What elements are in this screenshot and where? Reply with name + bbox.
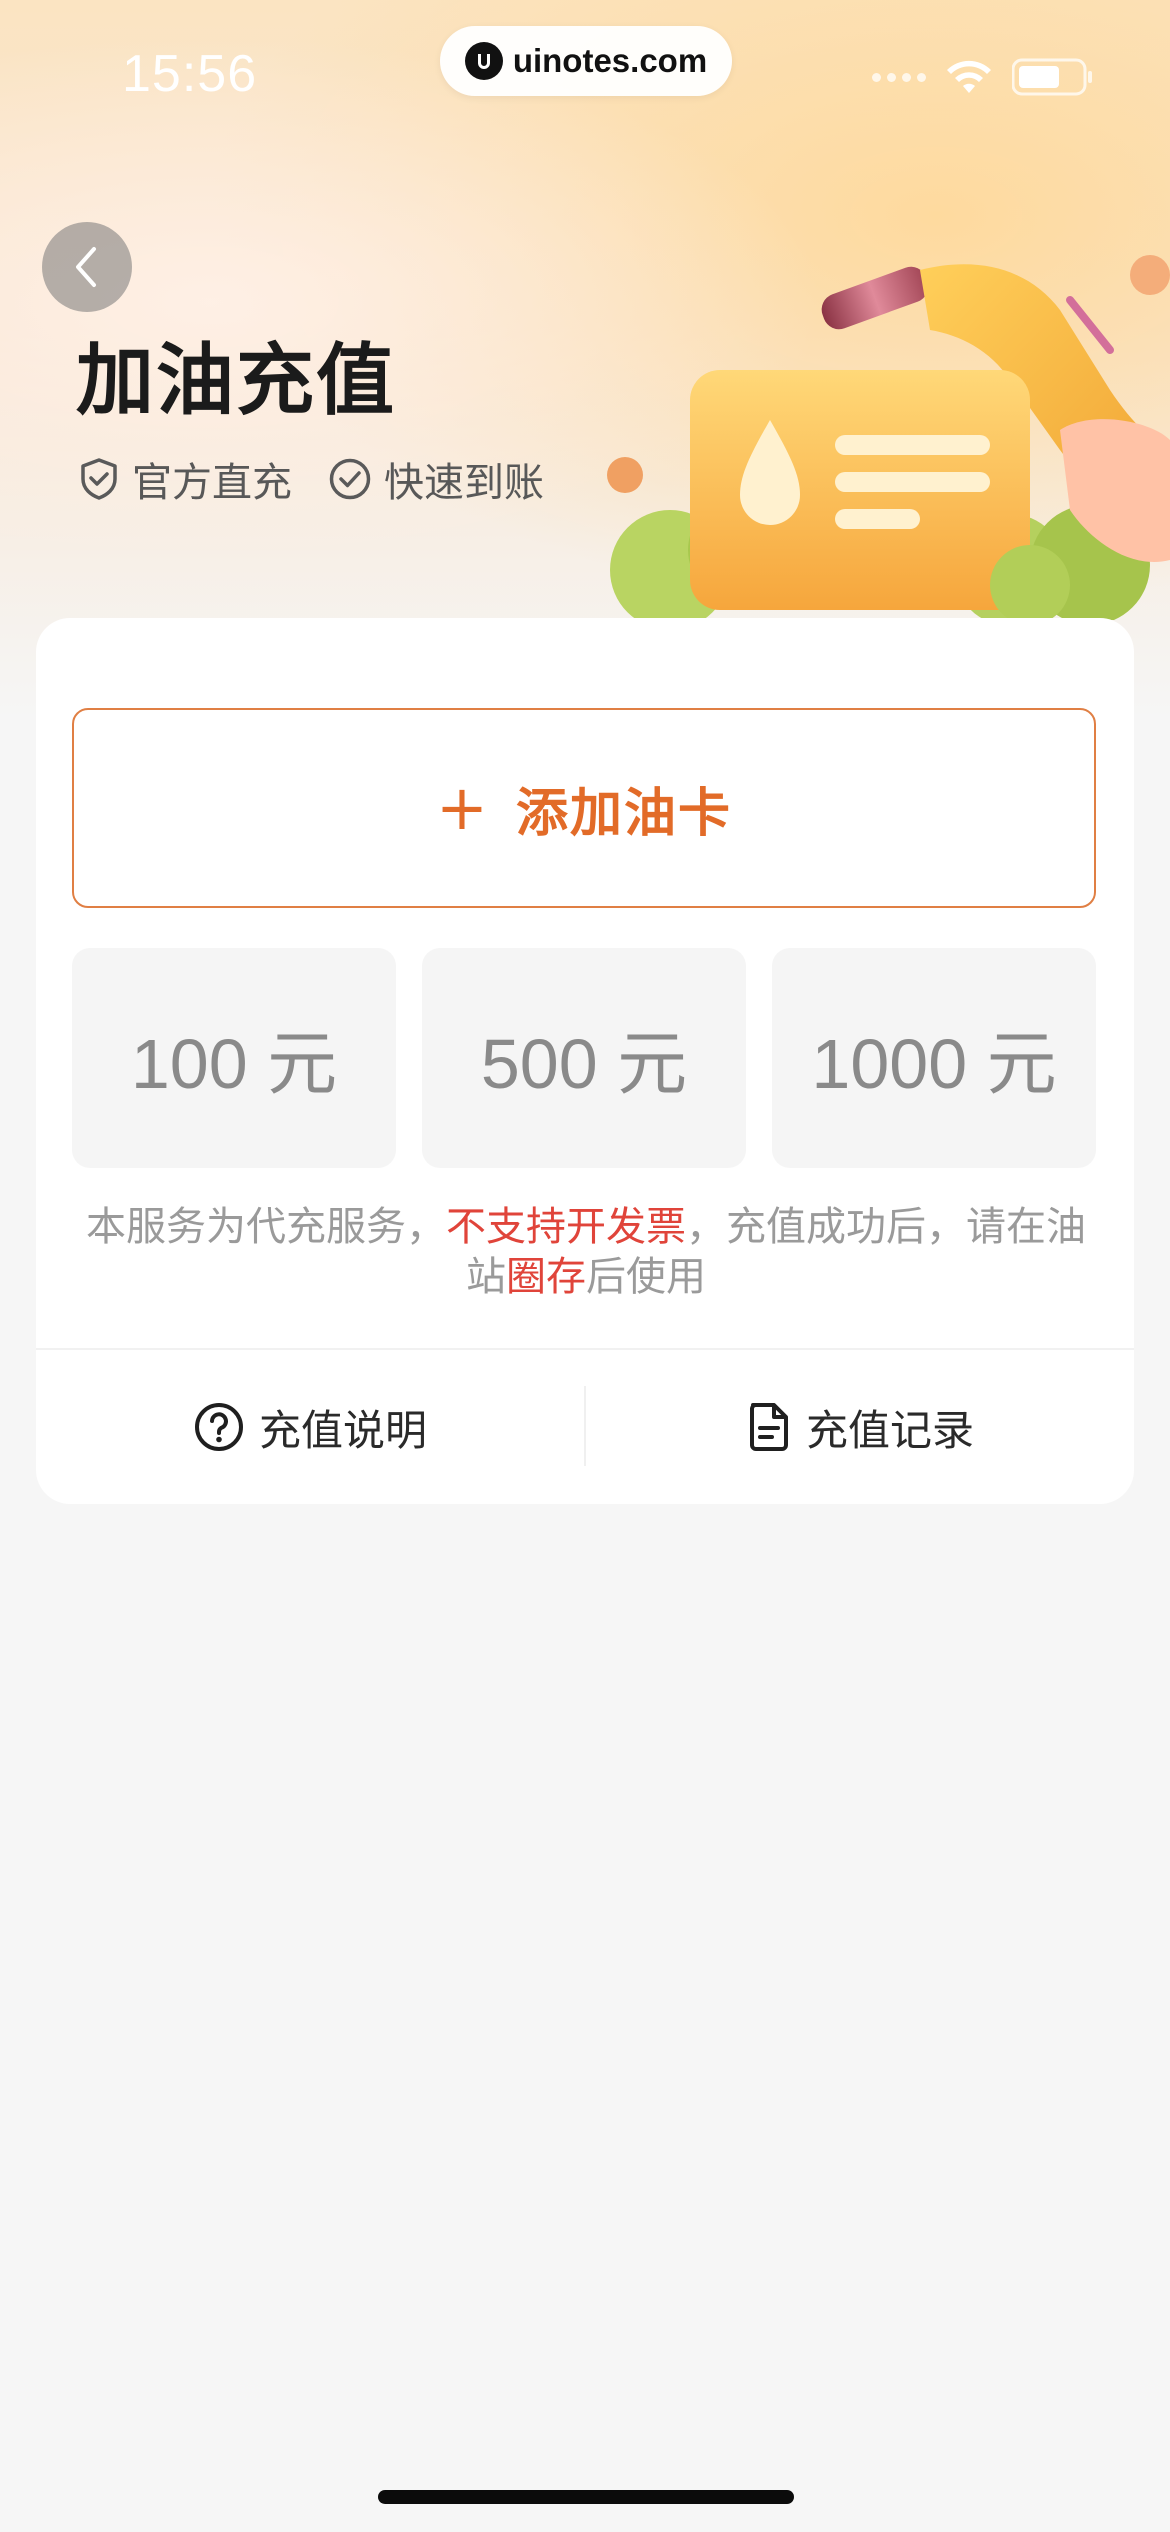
- feature-badges: 官方直充 快速到账: [78, 450, 544, 508]
- badge-official-label: 官方直充: [132, 460, 292, 506]
- wifi-icon: [947, 60, 991, 93]
- add-fuel-card-label: 添加油卡: [515, 783, 732, 844]
- url-text: uinotes.com: [512, 42, 708, 79]
- battery-icon: [1012, 58, 1092, 96]
- fuel-card-illustration: [607, 255, 1170, 620]
- recharge-instructions-button[interactable]: 充值说明: [36, 1350, 584, 1504]
- shield-check-icon: [81, 458, 117, 500]
- document-icon: [749, 1403, 788, 1451]
- uinotes-logo-icon: [464, 42, 503, 80]
- notice-load-card: 圈存: [506, 1254, 586, 1300]
- service-notice: 本服务为代充服务，不支持开发票，充值成功后，请在油站圈存后使用: [86, 1202, 1086, 1302]
- page-title: 加油充值: [76, 336, 397, 426]
- cellular-signal-icon: [872, 72, 926, 82]
- card-footer-actions: 充值说明 充值记录: [36, 1350, 1134, 1504]
- recharge-instructions-label: 充值说明: [258, 1405, 427, 1455]
- back-button[interactable]: [42, 222, 132, 312]
- amount-option-1000[interactable]: 1000 元: [772, 948, 1096, 1168]
- plus-icon: +: [436, 771, 490, 844]
- add-fuel-card-button[interactable]: + 添加油卡: [72, 708, 1096, 908]
- notice-no-invoice: 不支持开发票: [446, 1204, 686, 1250]
- screen: 15:56 uinotes.com 加油充值 官方直充 快速到账 + 添加油卡 …: [0, 0, 1170, 2532]
- status-time: 15:56: [122, 45, 258, 103]
- status-indicators: [872, 58, 1094, 96]
- amount-option-100[interactable]: 100 元: [72, 948, 396, 1168]
- recharge-card: + 添加油卡 100 元 500 元 1000 元 本服务为代充服务，不支持开发…: [36, 618, 1134, 1504]
- notice-text: 本服务为代充服务，: [86, 1204, 446, 1250]
- badge-official: 官方直充: [78, 450, 292, 508]
- amount-option-500[interactable]: 500 元: [422, 948, 746, 1168]
- check-circle-icon: [329, 458, 371, 500]
- recharge-history-button[interactable]: 充值记录: [586, 1350, 1134, 1504]
- amount-options: 100 元 500 元 1000 元: [72, 948, 1096, 1168]
- chevron-left-icon: [76, 247, 96, 287]
- badge-fast: 快速到账: [328, 450, 544, 508]
- badge-fast-label: 快速到账: [384, 460, 544, 506]
- home-indicator: [378, 2490, 794, 2504]
- recharge-history-label: 充值记录: [805, 1405, 974, 1455]
- question-circle-icon: [194, 1403, 243, 1451]
- url-pill: uinotes.com: [440, 26, 732, 96]
- notice-text: 后使用: [586, 1254, 706, 1300]
